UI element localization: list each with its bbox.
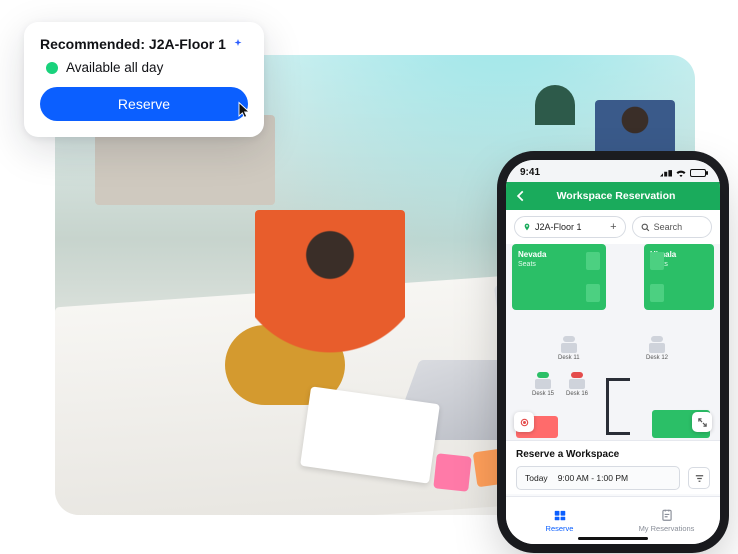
- reservations-tab-icon: [659, 508, 675, 522]
- location-label: J2A-Floor 1: [535, 222, 582, 232]
- desk-16[interactable]: Desk 16: [566, 372, 588, 397]
- location-selector[interactable]: J2A-Floor 1 +: [514, 216, 626, 238]
- reserve-button[interactable]: Reserve: [40, 87, 248, 121]
- app-header: Workspace Reservation: [506, 182, 720, 210]
- photo-person: [255, 210, 405, 360]
- search-placeholder: Search: [654, 222, 683, 232]
- tab-label: My Reservations: [639, 524, 695, 533]
- room-himalaya[interactable]: Himala Seats: [644, 244, 714, 310]
- sparkle-icon: [232, 38, 244, 50]
- wifi-icon: [675, 168, 687, 177]
- filter-button[interactable]: [688, 467, 710, 489]
- desk-surface-icon: [535, 379, 551, 389]
- desk-surface-icon: [649, 343, 665, 353]
- floor-map[interactable]: Nevada Seats Himala Seats Desk 11 Desk 1…: [506, 244, 720, 440]
- desk-seat-icon: [563, 336, 575, 342]
- locate-me-button[interactable]: [514, 412, 534, 432]
- plus-icon: +: [610, 222, 616, 233]
- expand-icon: [697, 417, 708, 428]
- desk-surface-icon: [561, 343, 577, 353]
- location-search-row: J2A-Floor 1 + Search: [506, 210, 720, 244]
- room-desk-icon: [650, 252, 664, 270]
- desk-label: Desk 16: [566, 391, 588, 397]
- map-wall: [606, 378, 609, 434]
- tab-label: Reserve: [546, 524, 574, 533]
- room-label: Nevada: [518, 250, 546, 259]
- cursor-icon: [236, 101, 254, 119]
- room-sub: Seats: [518, 261, 536, 268]
- desk-12[interactable]: Desk 12: [646, 336, 668, 361]
- recommendation-card: Recommended: J2A-Floor 1 Available all d…: [24, 22, 264, 137]
- room-nevada[interactable]: Nevada Seats: [512, 244, 606, 310]
- date-label: Today: [525, 473, 548, 483]
- phone-mock: 9:41 Workspace Reservation J2A-Floor 1 +…: [506, 160, 720, 544]
- app-header-title: Workspace Reservation: [520, 190, 712, 202]
- reserve-panel-title: Reserve a Workspace: [516, 449, 710, 460]
- photo-lamp: [535, 85, 575, 125]
- reserve-tab-icon: [552, 508, 568, 522]
- map-wall: [606, 378, 630, 381]
- desk-seat-icon: [571, 372, 583, 378]
- desk-label: Desk 15: [532, 391, 554, 397]
- desk-11[interactable]: Desk 11: [558, 336, 580, 361]
- desk-label: Desk 12: [646, 355, 668, 361]
- desk-surface-icon: [569, 379, 585, 389]
- search-input[interactable]: Search: [632, 216, 712, 238]
- recommendation-title: Recommended: J2A-Floor 1: [40, 36, 226, 52]
- room-desk-icon: [586, 284, 600, 302]
- desk-seat-icon: [651, 336, 663, 342]
- home-indicator: [578, 537, 648, 540]
- desk-seat-icon: [537, 372, 549, 378]
- desk-label: Desk 11: [558, 355, 580, 361]
- availability-text: Available all day: [66, 60, 163, 75]
- date-time-selector[interactable]: Today 9:00 AM - 1:00 PM: [516, 466, 680, 490]
- reserve-panel: Reserve a Workspace Today 9:00 AM - 1:00…: [506, 440, 720, 494]
- desk-15[interactable]: Desk 15: [532, 372, 554, 397]
- time-label: 9:00 AM - 1:00 PM: [558, 473, 628, 483]
- room-desk-icon: [650, 284, 664, 302]
- locate-icon: [519, 417, 530, 428]
- status-time: 9:41: [520, 167, 540, 178]
- status-icons: [660, 168, 706, 177]
- availability-dot-icon: [46, 62, 58, 74]
- room-desk-icon: [586, 252, 600, 270]
- photo-sticky-note: [433, 453, 471, 491]
- battery-icon: [690, 169, 706, 177]
- filter-icon: [694, 473, 705, 484]
- expand-map-button[interactable]: [692, 412, 712, 432]
- signal-icon: [660, 169, 672, 177]
- search-icon: [641, 223, 650, 232]
- map-wall: [606, 432, 630, 435]
- phone-status-bar: 9:41: [506, 160, 720, 182]
- pin-icon: [523, 222, 531, 232]
